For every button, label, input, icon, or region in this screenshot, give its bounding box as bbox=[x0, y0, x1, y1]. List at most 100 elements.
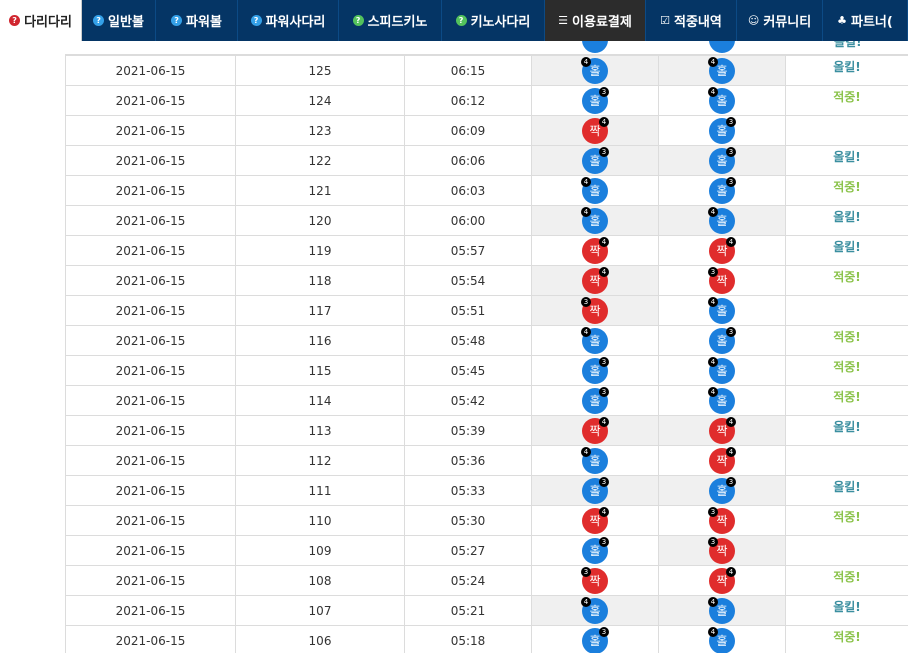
tab-9[interactable]: ♣ 파트너( bbox=[823, 0, 908, 41]
ball-label: 홀 bbox=[716, 633, 728, 648]
time-cell: 05:21 bbox=[404, 595, 532, 626]
even-ball: 짝4 bbox=[582, 416, 609, 444]
ball-number-badge: 4 bbox=[708, 56, 718, 67]
odd-ball: 홀3 bbox=[709, 116, 736, 144]
table-row: 2021-06-15 115 05:45 홀 3 홀 4 적중! bbox=[65, 355, 908, 386]
tab-8[interactable]: ☺ 커뮤니티 bbox=[737, 0, 823, 41]
table-row: 2021-06-15 119 05:57 짝 4 짝 4 올킬! bbox=[65, 235, 908, 266]
ball-cell-2: 홀3 bbox=[658, 115, 786, 146]
ball-label: 짝 bbox=[716, 453, 728, 468]
ball-number-badge: 4 bbox=[726, 446, 736, 457]
tab-6[interactable]: ☰ 이용료결제 bbox=[545, 0, 646, 41]
round-cell: 110 bbox=[235, 505, 405, 536]
odd-ball: 홀3 bbox=[582, 356, 609, 384]
odd-ball: 홀4 bbox=[708, 206, 735, 234]
round-cell: 113 bbox=[235, 415, 405, 446]
date-cell: 2021-06-15 bbox=[65, 565, 236, 596]
tab-2[interactable]: ? 파워볼 bbox=[156, 0, 238, 41]
table-row: 2021-06-15 118 05:54 짝 4 짝 3 적중! bbox=[65, 265, 908, 296]
tab-5[interactable]: ? 키노사다리 bbox=[442, 0, 545, 41]
ball-label: 홀 bbox=[716, 63, 728, 78]
result-text: 올킬! bbox=[833, 240, 861, 254]
question-icon: ? bbox=[352, 15, 364, 26]
table-row: 2021-06-15 116 05:48 홀 4 홀 3 적중! bbox=[65, 325, 908, 356]
odd-ball: 홀3 bbox=[709, 146, 736, 174]
result-text: 적중! bbox=[833, 90, 861, 104]
date-cell: 2021-06-15 bbox=[65, 295, 236, 326]
ball-label: 홀 bbox=[716, 393, 728, 408]
time-cell: 05:48 bbox=[404, 325, 532, 356]
ball-label: 홀 bbox=[589, 603, 601, 618]
ball-number-badge: 4 bbox=[581, 326, 591, 337]
tab-0[interactable]: ? 다리다리 bbox=[0, 0, 82, 41]
ball-number-badge: 3 bbox=[726, 326, 736, 337]
ball-number-badge: 4 bbox=[599, 266, 609, 277]
result-text: 적중! bbox=[833, 360, 861, 374]
ball-label: 홀 bbox=[589, 333, 601, 348]
ball-number-badge: 3 bbox=[599, 476, 609, 487]
ball-label: 짝 bbox=[589, 573, 601, 588]
time-cell: 05:39 bbox=[404, 415, 532, 446]
ball-number-badge: 4 bbox=[599, 236, 609, 247]
date-cell: 2021-06-15 bbox=[65, 475, 236, 506]
tab-label: 다리다리 bbox=[24, 15, 72, 30]
ball-label: 홀 bbox=[589, 213, 601, 228]
round-cell: 125 bbox=[235, 55, 405, 86]
ball-label: 짝 bbox=[716, 243, 728, 258]
ball-cell-1: 홀4 bbox=[531, 445, 659, 476]
result-cell bbox=[785, 535, 908, 566]
ball-cell-1: 홀4 bbox=[531, 175, 659, 206]
ball-label: 홀 bbox=[589, 633, 601, 648]
time-cell: 05:36 bbox=[404, 445, 532, 476]
table-row: 2021-06-15 111 05:33 홀 3 홀 3 올킬! bbox=[65, 475, 908, 506]
date-cell: 2021-06-15 bbox=[65, 325, 236, 356]
result-text: 적중! bbox=[833, 270, 861, 284]
table-row: 2021-06-15 120 06:00 홀 4 홀 4 올킬! bbox=[65, 205, 908, 236]
tab-4[interactable]: ? 스피드키노 bbox=[339, 0, 442, 41]
even-ball: 짝3 bbox=[581, 296, 608, 324]
round-cell: 118 bbox=[235, 265, 405, 296]
table-row: 2021-06-15 123 06:09 짝 4 홀 3 bbox=[65, 115, 908, 146]
even-ball: 짝3 bbox=[708, 536, 735, 564]
ball-label: 짝 bbox=[716, 513, 728, 528]
tab-1[interactable]: ? 일반볼 bbox=[82, 0, 156, 41]
even-ball: 짝4 bbox=[582, 236, 609, 264]
time-cell: 05:54 bbox=[404, 265, 532, 296]
round-cell: 107 bbox=[235, 595, 405, 626]
time-cell: 06:00 bbox=[404, 205, 532, 236]
ball-label: 홀 bbox=[716, 363, 728, 378]
ball-cell-2: 짝3 bbox=[658, 535, 786, 566]
date-cell: 2021-06-15 bbox=[65, 265, 236, 296]
even-ball: 짝3 bbox=[581, 566, 608, 594]
odd-ball: 홀3 bbox=[709, 476, 736, 504]
tab-3[interactable]: ? 파워사다리 bbox=[238, 0, 339, 41]
result-cell: 적중! bbox=[785, 265, 908, 296]
even-ball: 짝4 bbox=[709, 236, 736, 264]
tab-label: 파워사다리 bbox=[265, 15, 326, 30]
ball-number-badge: 3 bbox=[726, 476, 736, 487]
ball-cell-2: 짝4 bbox=[658, 565, 786, 596]
tab-7[interactable]: ☑ 적중내역 bbox=[646, 0, 737, 41]
ball-label: 홀 bbox=[716, 333, 728, 348]
round-cell: 122 bbox=[235, 145, 405, 176]
result-cell: 올킬! bbox=[785, 205, 908, 236]
time-cell: 06:12 bbox=[404, 85, 532, 116]
ball-cell-1: 홀3 bbox=[531, 355, 659, 386]
ball-cell-2: 짝3 bbox=[658, 265, 786, 296]
ball-number-badge: 4 bbox=[708, 296, 718, 307]
even-ball: 짝3 bbox=[708, 266, 735, 294]
ball-number-badge: 3 bbox=[708, 266, 718, 277]
ball-label: 짝 bbox=[589, 273, 601, 288]
time-cell: 05:45 bbox=[404, 355, 532, 386]
ball-number-badge: 3 bbox=[581, 296, 591, 307]
ball-cell-1: 짝3 bbox=[531, 295, 659, 326]
round-cell: 116 bbox=[235, 325, 405, 356]
ball-label: 홀 bbox=[589, 93, 601, 108]
odd-ball: 홀3 bbox=[582, 146, 609, 174]
tab-label: 키노사다리 bbox=[470, 15, 531, 30]
result-cell: 적중! bbox=[785, 625, 908, 653]
time-cell: 05:57 bbox=[404, 235, 532, 266]
ball-number-badge: 3 bbox=[599, 146, 609, 157]
ball-cell-1: 홀3 bbox=[531, 385, 659, 416]
result-text: 적중! bbox=[833, 510, 861, 524]
